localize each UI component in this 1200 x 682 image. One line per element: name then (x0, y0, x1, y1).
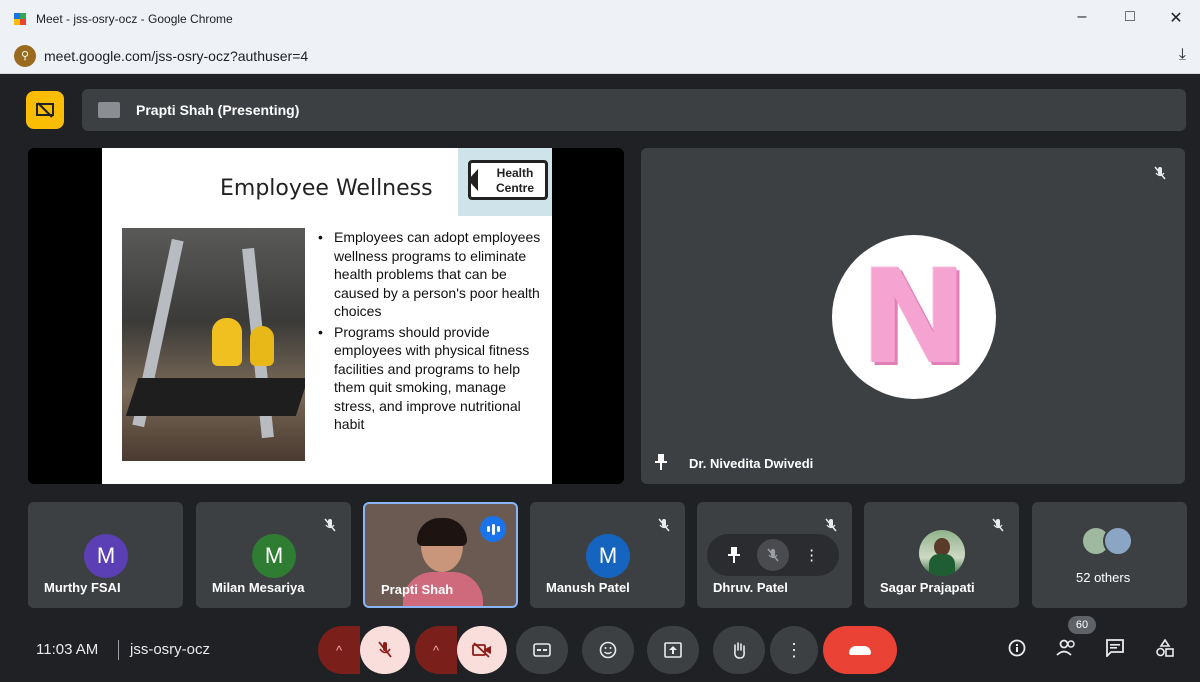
more-options-button[interactable]: ⋮ (770, 626, 818, 674)
site-info-icon[interactable]: ⚲ (14, 44, 36, 67)
participant-name: Manush Patel (546, 580, 630, 595)
chat-button[interactable] (1102, 639, 1128, 662)
activities-button[interactable] (1152, 638, 1178, 662)
presenting-header: Prapti Shah (Presenting) (26, 89, 1186, 131)
presentation-thumbnail (98, 102, 120, 118)
camera-off-icon (472, 642, 491, 658)
others-tile[interactable]: 52 others (1032, 502, 1187, 608)
audio-settings-chevron-button[interactable]: ^ (318, 626, 360, 674)
mic-off-icon (657, 518, 671, 535)
participant-tile-active-speaker[interactable]: Prapti Shah (363, 502, 518, 608)
window-title: Meet - jss-osry-ocz - Google Chrome (36, 12, 233, 26)
people-count-badge: 60 (1068, 616, 1096, 634)
participant-name: Dhruv. Patel (713, 580, 788, 595)
participant-tile[interactable]: M Murthy FSAI (28, 502, 183, 608)
hand-icon (734, 642, 745, 659)
participant-name: Prapti Shah (381, 582, 454, 597)
mic-off-icon (991, 518, 1005, 535)
presentation-stage: Employee Wellness Health Centre Employee… (28, 148, 624, 484)
health-centre-sign-image: Health Centre (458, 148, 552, 216)
info-icon (1008, 639, 1026, 657)
divider (118, 640, 119, 660)
present-screen-icon (664, 642, 682, 658)
presenter-bar: Prapti Shah (Presenting) (82, 89, 1186, 131)
participant-name: Murthy FSAI (44, 580, 121, 595)
avatar: M (252, 534, 296, 578)
meeting-time: 11:03 AM (36, 641, 99, 658)
participant-name: Dr. Nivedita Dwivedi (689, 456, 814, 471)
captions-button[interactable] (516, 626, 568, 674)
meeting-code: jss-osry-ocz (130, 641, 211, 658)
camera-control: ^ (415, 626, 507, 674)
url-text[interactable]: meet.google.com/jss-osry-ocz?authuser=4 (44, 48, 308, 64)
pin-button[interactable] (718, 539, 750, 571)
pin-icon[interactable] (655, 454, 667, 475)
slide-bullet: Programs should provide employees with p… (314, 323, 544, 434)
minimize-button[interactable]: – (1072, 8, 1092, 26)
mute-participant-button[interactable] (756, 539, 789, 571)
participant-tile[interactable]: M Milan Mesariya (196, 502, 351, 608)
treadmill-photo (122, 228, 305, 461)
captions-icon (533, 643, 551, 657)
microphone-control: ^ (318, 626, 410, 674)
avatar: M (586, 534, 630, 578)
close-window-button[interactable]: ✕ (1166, 8, 1186, 28)
chat-icon (1106, 639, 1124, 659)
sign-line-2: Centre (495, 181, 534, 195)
people-icon (1056, 639, 1075, 656)
present-now-button[interactable] (647, 626, 699, 674)
mic-off-icon (378, 641, 392, 658)
raise-hand-button[interactable] (713, 626, 765, 674)
avatar (919, 530, 965, 576)
present-off-icon (36, 102, 54, 118)
reactions-button[interactable] (582, 626, 634, 674)
participant-tile[interactable]: Sagar Prajapati (864, 502, 1019, 608)
maximize-button[interactable]: □ (1120, 8, 1140, 26)
participant-name: Sagar Prajapati (880, 580, 975, 595)
camera-toggle-button[interactable] (457, 626, 507, 674)
more-options-button[interactable]: ⋮ (796, 539, 828, 571)
presentation-toggle-button[interactable] (26, 91, 64, 129)
pinned-participant-tile[interactable]: N Dr. Nivedita Dwivedi (641, 148, 1185, 484)
pin-icon (728, 547, 741, 563)
people-button[interactable] (1054, 639, 1080, 662)
participant-name: Milan Mesariya (212, 580, 305, 595)
meet-favicon-icon (14, 13, 30, 25)
slide-bullets: Employees can adopt employees wellness p… (314, 228, 544, 436)
address-bar[interactable]: ⚲ meet.google.com/jss-osry-ocz?authuser=… (0, 38, 1200, 74)
sign-line-1: Health (496, 166, 534, 180)
slide: Employee Wellness Health Centre Employee… (102, 148, 552, 484)
mic-off-icon (323, 518, 337, 535)
slide-title: Employee Wellness (220, 176, 433, 201)
browser-titlebar: Meet - jss-osry-ocz - Google Chrome – □ … (0, 0, 1200, 38)
mic-off-icon (1153, 166, 1167, 183)
participant-tile[interactable]: M Manush Patel (530, 502, 685, 608)
tile-hover-controls: ⋮ (707, 534, 839, 576)
microphone-toggle-button[interactable] (360, 626, 410, 674)
activities-icon (1156, 638, 1174, 657)
slide-bullet: Employees can adopt employees wellness p… (314, 228, 544, 321)
download-icon[interactable]: ⤓ (1179, 46, 1186, 64)
avatar-letter: N (859, 241, 969, 393)
emoji-icon (599, 641, 617, 659)
others-count-label: 52 others (1076, 570, 1131, 585)
leave-call-button[interactable] (823, 626, 897, 674)
mic-off-icon (767, 548, 779, 562)
avatar: M (84, 534, 128, 578)
hang-up-icon (849, 645, 871, 655)
mic-off-icon (824, 518, 838, 535)
others-avatars (1081, 526, 1141, 558)
speaking-indicator-icon (480, 516, 506, 542)
presenter-label: Prapti Shah (Presenting) (136, 102, 300, 118)
participant-avatar: N (832, 235, 996, 399)
video-settings-chevron-button[interactable]: ^ (415, 626, 457, 674)
meeting-details-button[interactable] (1004, 639, 1030, 662)
